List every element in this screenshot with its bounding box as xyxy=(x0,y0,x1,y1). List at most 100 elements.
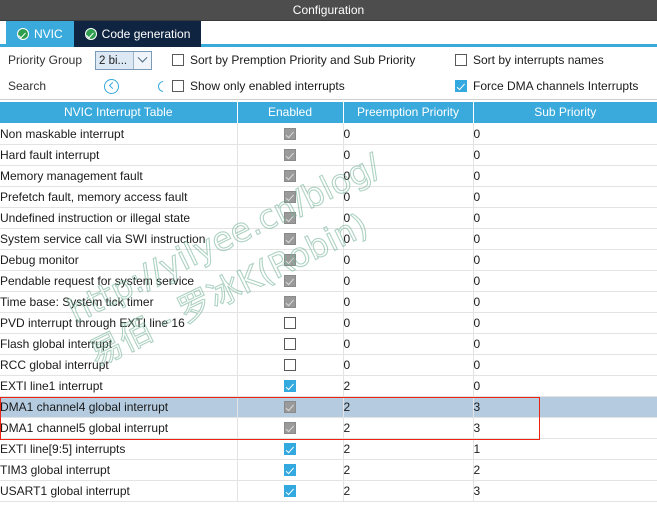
circle-back-icon[interactable] xyxy=(104,79,119,94)
chevron-down-icon[interactable] xyxy=(133,52,151,69)
enabled-cell[interactable] xyxy=(237,354,344,376)
enabled-cell[interactable] xyxy=(237,291,344,313)
preemption-priority-cell[interactable]: 0 xyxy=(343,228,474,250)
table-row[interactable]: Debug monitor 0 0 xyxy=(0,249,657,271)
enabled-cell[interactable] xyxy=(237,186,344,208)
interrupt-name-cell: Hard fault interrupt xyxy=(0,144,238,166)
table-row[interactable]: PVD interrupt through EXTI line 16 0 0 xyxy=(0,312,657,334)
table-row[interactable]: TIM3 global interrupt 2 2 xyxy=(0,459,657,481)
table-row[interactable]: System service call via SWI instruction 0… xyxy=(0,228,657,250)
enabled-cell[interactable] xyxy=(237,123,344,145)
enabled-cell[interactable] xyxy=(237,375,344,397)
enabled-cell[interactable] xyxy=(237,459,344,481)
sub-priority-cell[interactable]: 0 xyxy=(473,165,657,187)
sub-priority-cell[interactable]: 0 xyxy=(473,270,657,292)
sub-priority-cell[interactable]: 0 xyxy=(473,312,657,334)
sub-priority-cell[interactable]: 0 xyxy=(473,333,657,355)
preemption-priority-cell[interactable]: 2 xyxy=(343,480,474,502)
preemption-priority-cell[interactable]: 0 xyxy=(343,270,474,292)
sub-priority-cell[interactable]: 0 xyxy=(473,354,657,376)
enabled-checkbox[interactable] xyxy=(284,443,296,455)
enabled-checkbox[interactable] xyxy=(284,380,296,392)
enabled-cell[interactable] xyxy=(237,207,344,229)
sub-priority-cell[interactable]: 0 xyxy=(473,123,657,145)
enabled-cell[interactable] xyxy=(237,417,344,439)
show-only-enabled-checkbox[interactable]: Show only enabled interrupts xyxy=(172,73,345,99)
nvic-table-container[interactable]: NVIC Interrupt Table Enabled Preemption … xyxy=(0,101,657,528)
tab-nvic[interactable]: NVIC xyxy=(6,21,74,47)
column-header-preemption[interactable]: Preemption Priority xyxy=(343,102,474,124)
sub-priority-cell[interactable]: 0 xyxy=(473,291,657,313)
preemption-priority-cell[interactable]: 0 xyxy=(343,249,474,271)
interrupt-name-cell: Undefined instruction or illegal state xyxy=(0,207,238,229)
enabled-checkbox[interactable] xyxy=(284,359,296,371)
enabled-cell[interactable] xyxy=(237,396,344,418)
table-row[interactable]: RCC global interrupt 0 0 xyxy=(0,354,657,376)
sub-priority-cell[interactable]: 3 xyxy=(473,417,657,439)
sub-priority-cell[interactable]: 0 xyxy=(473,228,657,250)
table-row[interactable]: Undefined instruction or illegal state 0 0 xyxy=(0,207,657,229)
sub-priority-cell[interactable]: 1 xyxy=(473,438,657,460)
table-row[interactable]: Hard fault interrupt 0 0 xyxy=(0,144,657,166)
priority-group-select[interactable]: 2 bi... xyxy=(95,51,152,70)
sub-priority-cell[interactable]: 2 xyxy=(473,459,657,481)
enabled-checkbox[interactable] xyxy=(284,485,296,497)
tab-code-generation[interactable]: Code generation xyxy=(73,21,202,47)
enabled-cell[interactable] xyxy=(237,249,344,271)
checkbox-box[interactable] xyxy=(455,54,467,66)
preemption-priority-cell[interactable]: 0 xyxy=(343,354,474,376)
enabled-checkbox[interactable] xyxy=(284,317,296,329)
sort-by-names-checkbox[interactable]: Sort by interrupts names xyxy=(455,47,604,73)
enabled-cell[interactable] xyxy=(237,438,344,460)
sort-by-preemption-checkbox[interactable]: Sort by Premption Priority and Sub Prior… xyxy=(172,47,415,73)
checkbox-box[interactable] xyxy=(172,54,184,66)
enabled-cell[interactable] xyxy=(237,228,344,250)
column-header-sub[interactable]: Sub Priority xyxy=(473,102,657,124)
enabled-cell[interactable] xyxy=(237,333,344,355)
preemption-priority-cell[interactable]: 0 xyxy=(343,165,474,187)
preemption-priority-cell[interactable]: 0 xyxy=(343,312,474,334)
preemption-priority-cell[interactable]: 2 xyxy=(343,417,474,439)
preemption-priority-cell[interactable]: 0 xyxy=(343,144,474,166)
table-row[interactable]: DMA1 channel5 global interrupt 2 3 xyxy=(0,417,657,439)
sub-priority-cell[interactable]: 0 xyxy=(473,249,657,271)
table-row[interactable]: Prefetch fault, memory access fault 0 0 xyxy=(0,186,657,208)
preemption-priority-cell[interactable]: 2 xyxy=(343,375,474,397)
sub-priority-cell[interactable]: 3 xyxy=(473,480,657,502)
preemption-priority-cell[interactable]: 0 xyxy=(343,123,474,145)
table-row[interactable]: Pendable request for system service 0 0 xyxy=(0,270,657,292)
column-header-enabled[interactable]: Enabled xyxy=(237,102,344,124)
preemption-priority-cell[interactable]: 2 xyxy=(343,459,474,481)
checkbox-box[interactable] xyxy=(455,80,467,92)
enabled-cell[interactable] xyxy=(237,312,344,334)
preemption-priority-cell[interactable]: 2 xyxy=(343,396,474,418)
table-row[interactable]: Non maskable interrupt 0 0 xyxy=(0,123,657,145)
enabled-checkbox[interactable] xyxy=(284,464,296,476)
table-row[interactable]: Time base: System tick timer 0 0 xyxy=(0,291,657,313)
enabled-cell[interactable] xyxy=(237,480,344,502)
table-row[interactable]: Flash global interrupt 0 0 xyxy=(0,333,657,355)
sub-priority-cell[interactable]: 0 xyxy=(473,375,657,397)
enabled-cell[interactable] xyxy=(237,165,344,187)
sub-priority-cell[interactable]: 0 xyxy=(473,186,657,208)
enabled-checkbox[interactable] xyxy=(284,338,296,350)
circle-forward-icon[interactable] xyxy=(158,81,163,92)
sub-priority-cell[interactable]: 0 xyxy=(473,207,657,229)
sub-priority-cell[interactable]: 0 xyxy=(473,144,657,166)
table-row[interactable]: USART1 global interrupt 2 3 xyxy=(0,480,657,502)
preemption-priority-cell[interactable]: 0 xyxy=(343,333,474,355)
force-dma-checkbox[interactable]: Force DMA channels Interrupts xyxy=(455,73,638,99)
preemption-priority-cell[interactable]: 0 xyxy=(343,207,474,229)
preemption-priority-cell[interactable]: 0 xyxy=(343,186,474,208)
checkbox-box[interactable] xyxy=(172,80,184,92)
table-row[interactable]: Memory management fault 0 0 xyxy=(0,165,657,187)
column-header-name[interactable]: NVIC Interrupt Table xyxy=(0,102,238,124)
table-row[interactable]: DMA1 channel4 global interrupt 2 3 xyxy=(0,396,657,418)
enabled-cell[interactable] xyxy=(237,144,344,166)
preemption-priority-cell[interactable]: 2 xyxy=(343,438,474,460)
enabled-cell[interactable] xyxy=(237,270,344,292)
table-row[interactable]: EXTI line1 interrupt 2 0 xyxy=(0,375,657,397)
preemption-priority-cell[interactable]: 0 xyxy=(343,291,474,313)
table-row[interactable]: EXTI line[9:5] interrupts 2 1 xyxy=(0,438,657,460)
sub-priority-cell[interactable]: 3 xyxy=(473,396,657,418)
